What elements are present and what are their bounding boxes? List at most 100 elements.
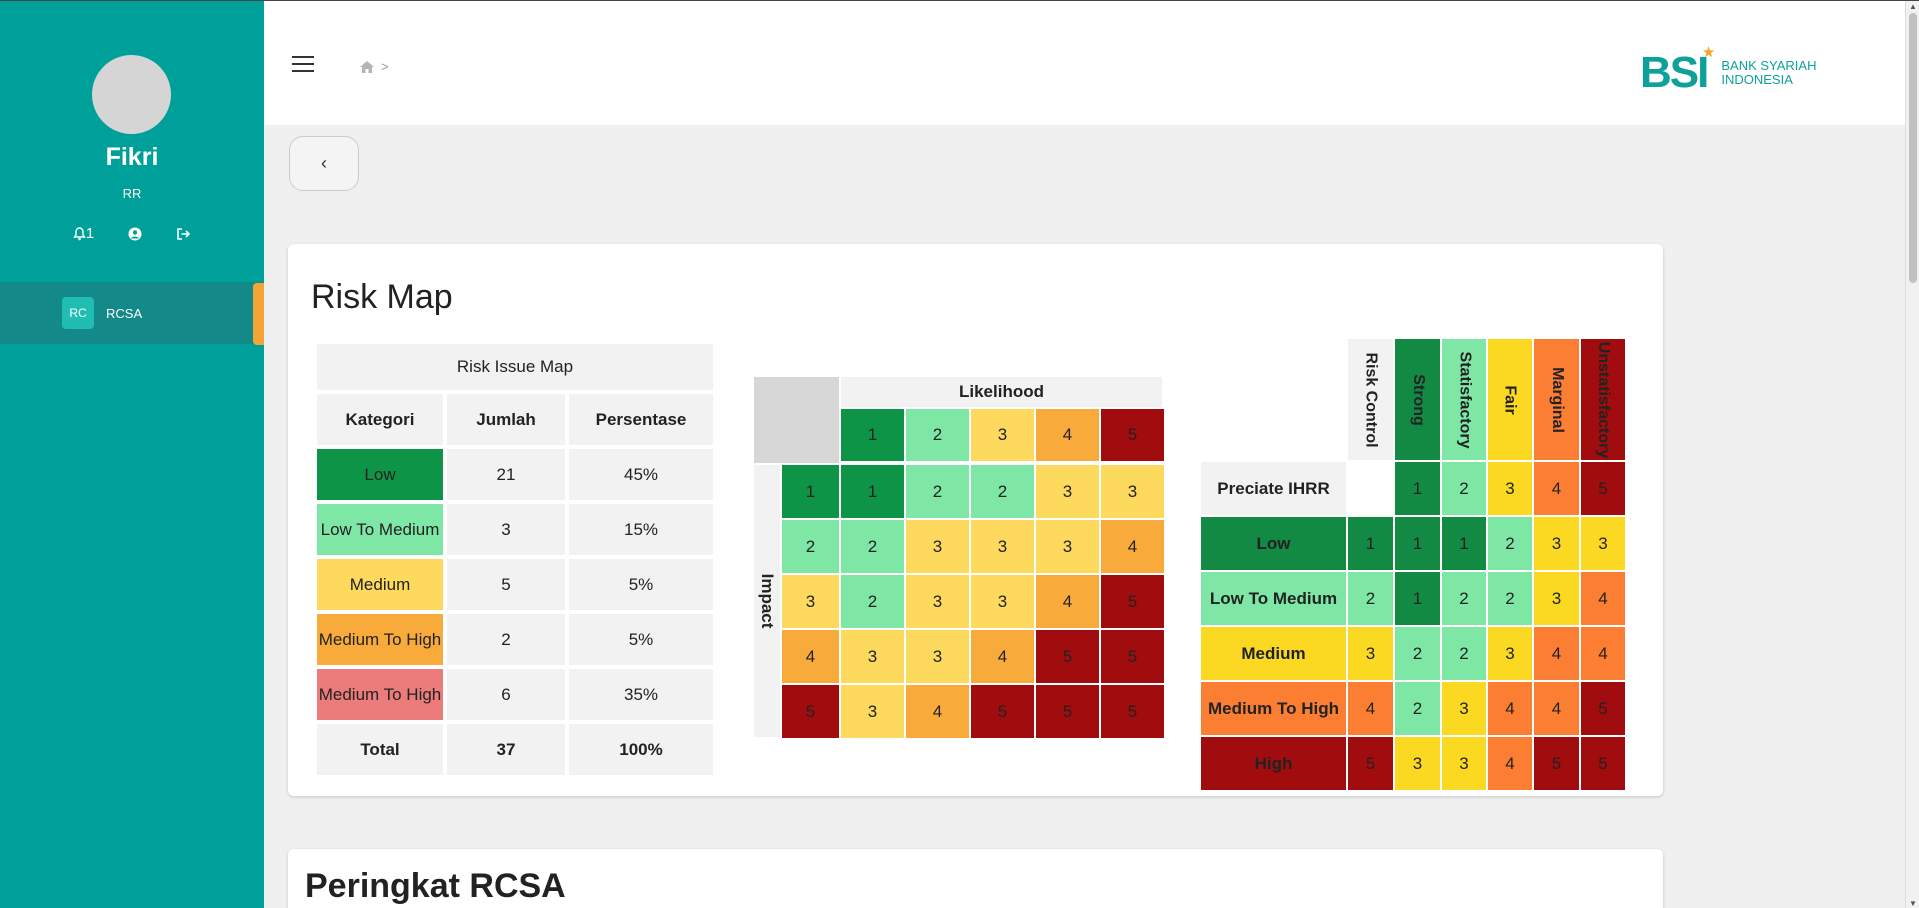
control-matrix-cell: 2: [1442, 572, 1486, 625]
heatmap-cell: 5: [1101, 685, 1164, 738]
control-header-value: 5: [1581, 462, 1625, 515]
top-bar: > BSI ★ BANK SYARIAH INDONESIA: [264, 1, 1905, 125]
category-cell: Medium To High: [317, 669, 443, 720]
breadcrumb: >: [359, 59, 389, 74]
control-matrix-cell: 2: [1488, 517, 1532, 570]
category-cell: Medium To High: [317, 614, 443, 665]
heatmap-cell: 2: [971, 465, 1034, 518]
column-header: Persentase: [569, 394, 713, 445]
control-matrix-cell: 5: [1581, 682, 1625, 735]
total-label: Total: [317, 724, 443, 775]
table-row: Medium To High 6 35%: [317, 669, 713, 720]
ihrr-row-label: Low To Medium: [1201, 572, 1346, 625]
impact-axis: Impact: [754, 465, 780, 737]
control-column-label: Fair: [1502, 384, 1519, 415]
heatmap-cell: 1: [841, 465, 904, 518]
impact-label: Impact: [758, 573, 777, 629]
active-indicator: [253, 283, 264, 345]
control-matrix-cell: 2: [1395, 682, 1440, 735]
control-matrix-cell: 4: [1488, 737, 1532, 790]
count-cell: 3: [447, 504, 565, 555]
likelihood-label: Likelihood: [841, 377, 1162, 407]
scroll-thumb[interactable]: [1909, 13, 1917, 283]
control-column-header: Fair: [1488, 339, 1532, 460]
control-header-value: 2: [1442, 462, 1486, 515]
notification-button[interactable]: 1: [72, 225, 95, 242]
count-cell: 2: [447, 614, 565, 665]
sidebar-item-label: RCSA: [106, 305, 143, 321]
heatmap-cell: 3: [841, 630, 904, 683]
count-cell: 6: [447, 669, 565, 720]
user-role: RR: [122, 186, 142, 201]
heatmap-cell: 3: [906, 630, 969, 683]
control-matrix-cell: 4: [1488, 682, 1532, 735]
control-matrix-cell: 4: [1534, 627, 1579, 680]
logo-line-2: INDONESIA: [1721, 72, 1793, 87]
likelihood-header-cell: 2: [906, 409, 969, 461]
impact-header-cell: 5: [782, 685, 839, 738]
breadcrumb-separator: >: [381, 59, 389, 74]
control-column-header: Statisfactory: [1442, 339, 1486, 460]
logout-button[interactable]: [176, 227, 191, 241]
heatmap-cell: 2: [841, 575, 904, 628]
logout-icon: [177, 227, 191, 240]
bell-icon: [72, 226, 86, 240]
menu-icon[interactable]: [292, 56, 314, 72]
user-name: Fikri: [105, 143, 159, 171]
heatmap-cell: 2: [906, 465, 969, 518]
section-title: Peringkat RCSA: [305, 867, 566, 905]
scroll-down-icon[interactable]: ▼: [1909, 899, 1917, 908]
control-column-header: Risk Control: [1348, 339, 1393, 460]
control-matrix-cell: 4: [1581, 572, 1625, 625]
count-cell: 21: [447, 449, 565, 500]
chevron-left-icon: ‹: [321, 153, 327, 173]
control-matrix-cell: 5: [1534, 737, 1579, 790]
heatmap-cell: 4: [1036, 575, 1099, 628]
preciate-ihrr-label: Preciate IHRR: [1201, 462, 1346, 515]
scroll-up-icon[interactable]: ▲: [1909, 2, 1917, 11]
total-row: Total 37 100%: [317, 724, 713, 775]
control-matrix-cell: 4: [1581, 627, 1625, 680]
bsi-logo: BSI ★ BANK SYARIAH INDONESIA: [1640, 45, 1816, 95]
heatmap-cell: 2: [841, 520, 904, 573]
percent-cell: 5%: [569, 559, 713, 610]
likelihood-header-cell: 3: [971, 409, 1034, 461]
ihrr-level-cell: 3: [1348, 627, 1393, 680]
table-row: Low To Medium 3 15%: [317, 504, 713, 555]
impact-header-cell: 4: [782, 630, 839, 683]
control-matrix-cell: 3: [1395, 737, 1440, 790]
ihrr-level-cell: 2: [1348, 572, 1393, 625]
heatmap-cell: 5: [1101, 575, 1164, 628]
back-button[interactable]: ‹: [289, 136, 359, 191]
heatmap-cell: 3: [841, 685, 904, 738]
percent-cell: 35%: [569, 669, 713, 720]
heatmap-cell: 3: [1036, 465, 1099, 518]
count-cell: 5: [447, 559, 565, 610]
nav-badge: RC: [62, 297, 94, 329]
sidebar: Fikri RR 1 RC RCSA: [0, 1, 264, 908]
impact-header-cell: 1: [782, 465, 839, 518]
control-matrix-cell: 3: [1534, 517, 1579, 570]
total-count: 37: [447, 724, 565, 775]
heatmap-cell: 5: [1036, 685, 1099, 738]
column-header: Kategori: [317, 394, 443, 445]
control-column-label: Unstatisfactory: [1595, 341, 1613, 458]
peringkat-card: Peringkat RCSA: [288, 849, 1663, 908]
ihrr-row-label: Medium: [1201, 627, 1346, 680]
notification-count: 1: [85, 225, 95, 242]
home-icon[interactable]: [359, 60, 375, 74]
user-actions: 1: [0, 225, 264, 242]
sidebar-item-rcsa[interactable]: RC RCSA: [0, 282, 264, 344]
heatmap-corner: [754, 377, 839, 463]
profile-button[interactable]: [128, 227, 142, 241]
control-matrix-cell: 5: [1581, 737, 1625, 790]
control-column-label: Risk Control: [1362, 351, 1380, 448]
risk-issue-table: Risk Issue Map Kategori Jumlah Persentas…: [313, 340, 717, 779]
heatmap-cell: 4: [906, 685, 969, 738]
user-circle-icon: [128, 227, 142, 240]
avatar[interactable]: [92, 55, 171, 134]
control-header-value: 3: [1488, 462, 1532, 515]
scrollbar[interactable]: ▲ ▼: [1905, 1, 1919, 908]
control-column-label: Statisfactory: [1456, 351, 1474, 448]
heatmap-cell: 5: [1101, 630, 1164, 683]
